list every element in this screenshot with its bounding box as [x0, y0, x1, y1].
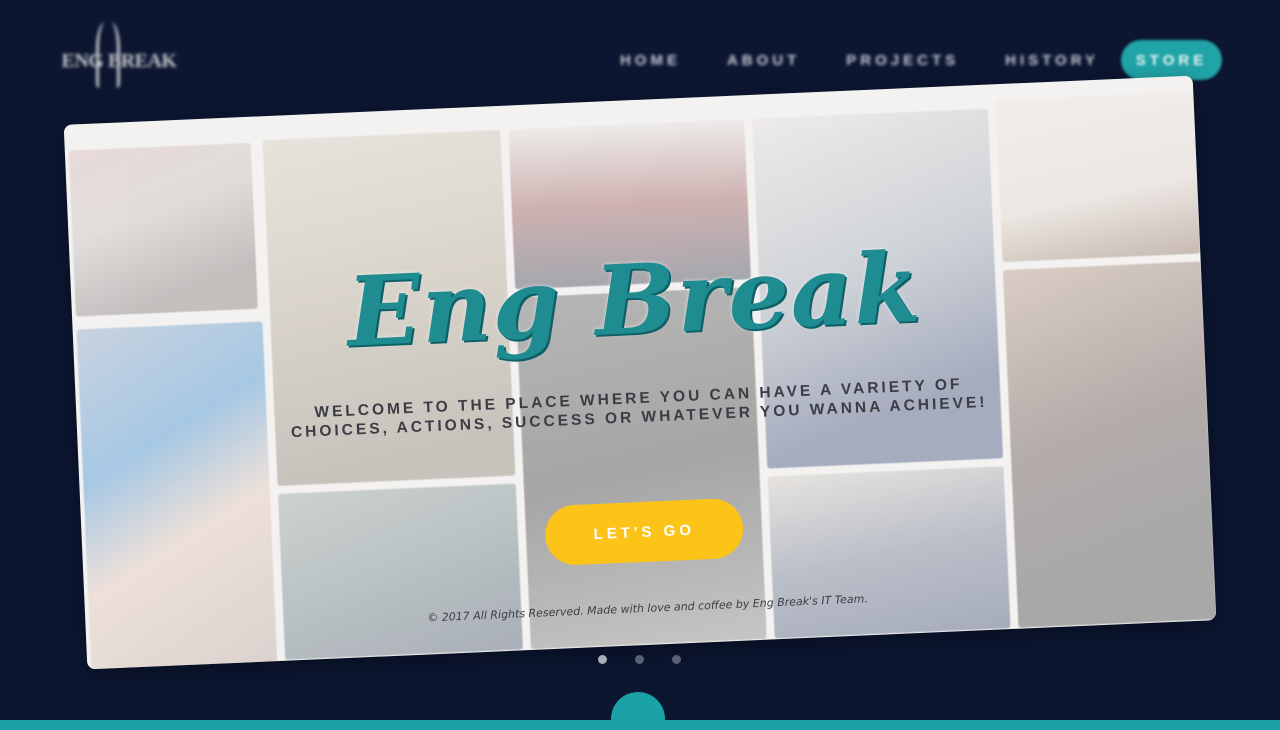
slider-dots	[598, 655, 681, 664]
brand-logo[interactable]: ENG BREAK	[44, 22, 194, 88]
slider-dot[interactable]	[672, 655, 681, 664]
slider-dot-active[interactable]	[598, 655, 607, 664]
footer-accent-bar	[0, 720, 1280, 730]
nav-item-projects[interactable]: PROJECTS	[846, 52, 959, 69]
hero-content: Eng Break WELCOME TO THE PLACE WHERE YOU…	[232, 228, 1048, 643]
nav-item-home[interactable]: HOME	[620, 52, 681, 69]
collage-photo	[68, 142, 258, 317]
slider-dot[interactable]	[635, 655, 644, 664]
lets-go-button[interactable]: LET'S GO	[544, 497, 745, 567]
hero-subtitle: WELCOME TO THE PLACE WHERE YOU CAN HAVE …	[238, 372, 1039, 445]
nav-item-about[interactable]: ABOUT	[727, 52, 800, 69]
nav-item-history[interactable]: HISTORY	[1005, 52, 1099, 69]
logo-text: ENG BREAK	[61, 50, 177, 72]
main-nav: HOME ABOUT PROJECTS HISTORY STORE	[574, 40, 1222, 80]
store-button[interactable]: STORE	[1121, 40, 1222, 80]
